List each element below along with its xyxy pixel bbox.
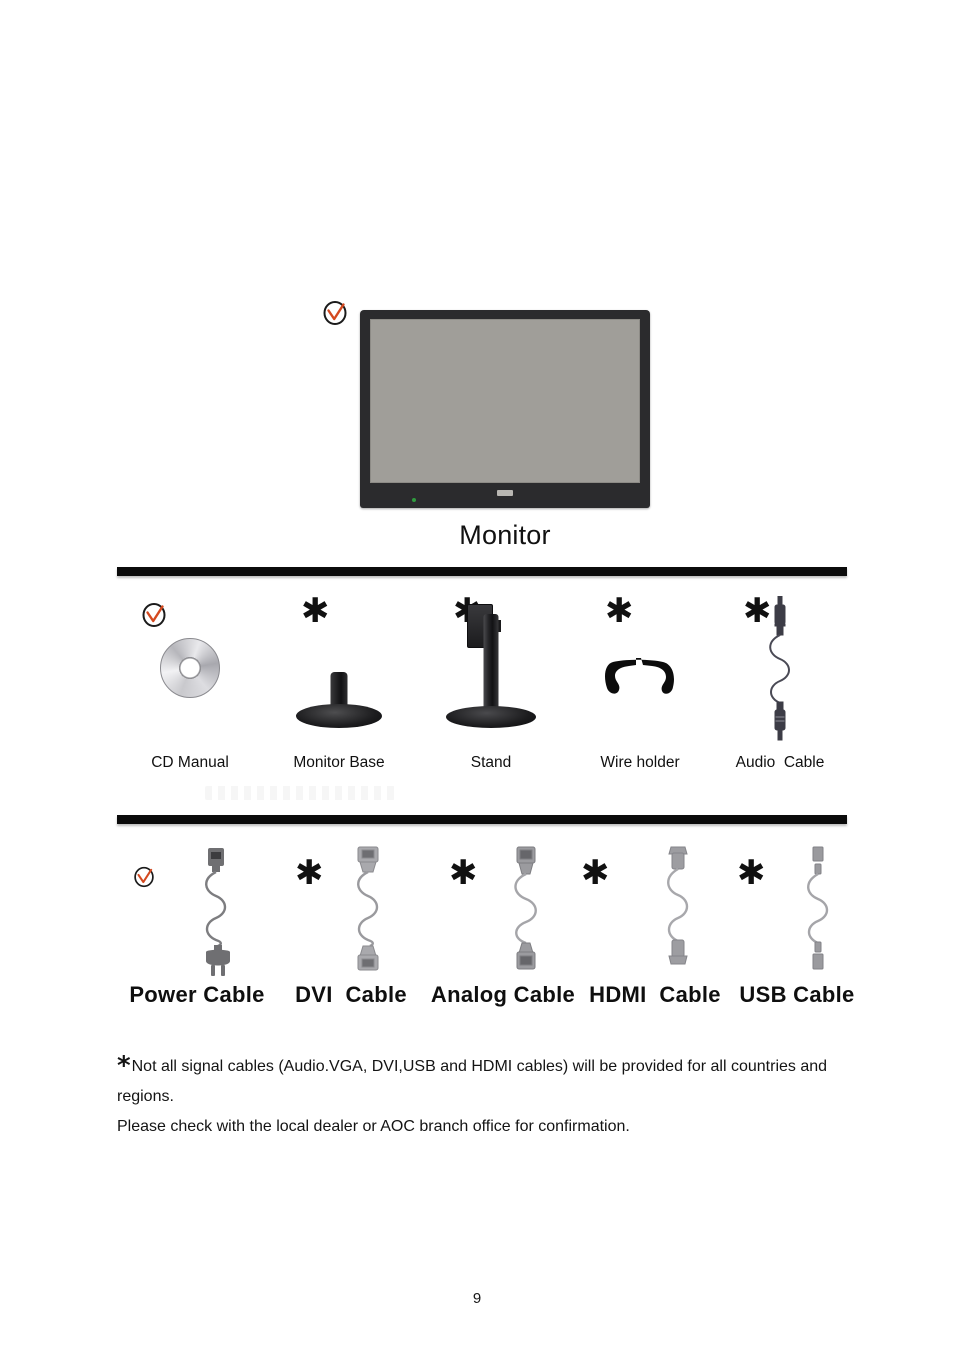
accessory-item-stand: ✱ Stand: [415, 594, 567, 786]
cable-item-usb: ✱ USB Cable: [729, 846, 865, 1011]
footnote: *Not all signal cables (Audio.VGA, DVI,U…: [117, 1052, 857, 1142]
cable-label: USB Cable: [739, 982, 855, 1007]
accessory-label: CD Manual: [151, 754, 229, 771]
cable-label: HDMI Cable: [589, 982, 721, 1007]
cable-item-analog: ✱ Analog Cable: [425, 846, 581, 1011]
asterisk-marker: *: [117, 1051, 131, 1081]
accessory-item-cd-manual: CD Manual: [117, 596, 263, 786]
dvi-cable-icon: [277, 846, 425, 976]
accessory-item-wire-holder: ✱ Wire holder: [567, 594, 713, 786]
cable-label: Analog Cable: [430, 982, 576, 1007]
footnote-line-2: Please check with the local dealer or AO…: [117, 1118, 630, 1135]
monitor-caption: Monitor: [459, 520, 551, 550]
cable-item-hdmi: ✱ HDMI Cable: [581, 846, 729, 1011]
accessory-label: Stand: [470, 754, 512, 771]
footnote-line-1: *Not all signal cables (Audio.VGA, DVI,U…: [117, 1052, 857, 1112]
section-divider-middle: [117, 815, 847, 824]
usb-cable-icon: [729, 846, 865, 976]
check-circle-icon: [322, 300, 348, 326]
aoc-logo-mark: [497, 490, 513, 496]
footnote-line-1-text: Not all signal cables (Audio.VGA, DVI,US…: [117, 1058, 828, 1105]
accessory-label: Monitor Base: [293, 754, 385, 771]
accessory-item-monitor-base: ✱ Monitor Base: [263, 594, 415, 786]
section-divider-top: [117, 567, 847, 576]
cable-item-dvi: ✱ DVI Cable: [277, 846, 425, 1011]
cable-item-power: Power Cable: [117, 846, 277, 1011]
page-number: 9: [472, 1290, 482, 1307]
accessory-label: Wire holder: [600, 754, 680, 771]
scan-watermark-artifact: [205, 786, 395, 800]
cable-label: DVI Cable: [295, 982, 407, 1007]
audio-cable-icon: [713, 596, 847, 746]
monitor-screen: [370, 319, 640, 483]
hdmi-cable-icon: [581, 846, 729, 976]
accessory-row: CD Manual ✱ Monitor Base ✱ Stand ✱: [117, 594, 847, 786]
monitor-base-icon: [263, 596, 415, 746]
vga-cable-icon: [425, 846, 581, 976]
wire-holder-icon: [567, 596, 713, 746]
accessory-label: Audio Cable: [735, 754, 825, 771]
cd-disc-icon: [117, 596, 263, 746]
cable-row: Power Cable ✱ DVI Cable ✱ Analog Cable ✱…: [117, 846, 854, 1011]
cable-label: Power Cable: [129, 982, 265, 1007]
power-led-indicator: [412, 498, 416, 502]
monitor-illustration: [360, 310, 650, 508]
power-cable-icon: [117, 846, 277, 976]
accessory-item-audio-cable: ✱ Audio Cable: [713, 594, 847, 786]
stand-icon: [415, 596, 567, 746]
monitor-bezel: [360, 310, 650, 508]
